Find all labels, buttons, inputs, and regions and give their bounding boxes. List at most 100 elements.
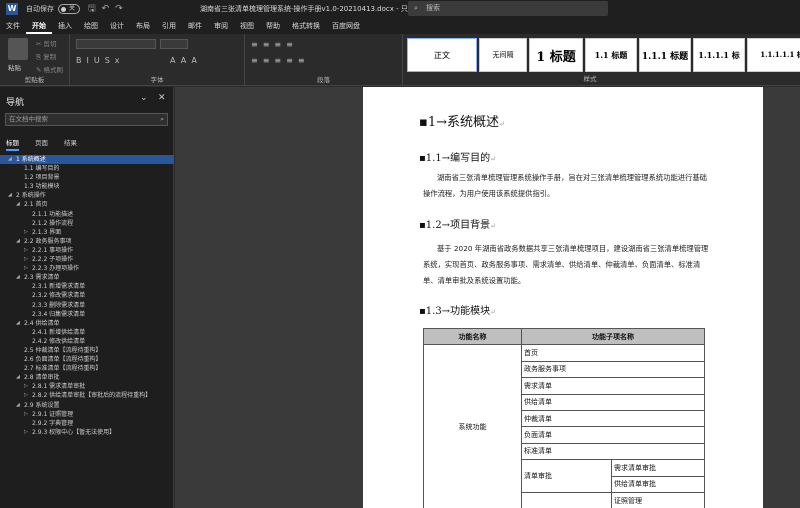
nav-heading-label: 2.3.4 归集需求清单 xyxy=(32,310,86,318)
nav-heading-item[interactable]: ▷ 2.9.3 权限中心【暂无法使用】 xyxy=(0,428,174,437)
expand-arrow-icon[interactable]: ▷ xyxy=(24,382,28,391)
expand-arrow-icon[interactable]: ◢ xyxy=(8,155,12,164)
nav-search-input[interactable]: 在文档中搜索 ⌕ xyxy=(5,113,168,126)
nav-heading-item[interactable]: ◢ 2 系统操作 xyxy=(0,191,174,200)
nav-heading-item[interactable]: ▷ 2.8.2 供给清单审批【审批后的流程待重构】 xyxy=(0,391,174,400)
tab-6[interactable]: 引用 xyxy=(156,18,182,34)
expand-arrow-icon[interactable]: ◢ xyxy=(16,273,20,282)
nav-heading-item[interactable]: 1.3 功能模块 xyxy=(0,182,174,191)
nav-heading-item[interactable]: 2.5 仲裁清单【流程待重构】 xyxy=(0,346,174,355)
table-header-subname: 功能子项名称 xyxy=(521,327,705,346)
font-size-select[interactable] xyxy=(160,39,188,49)
expand-arrow-icon[interactable]: ◢ xyxy=(16,373,20,382)
nav-heading-item[interactable]: 2.1.2 操作流程 xyxy=(0,219,174,228)
tab-12[interactable]: 百度网盘 xyxy=(326,18,366,34)
nav-heading-item[interactable]: ◢ 2.9 系统设置 xyxy=(0,401,174,410)
style-item[interactable]: 1 标题 xyxy=(529,38,583,72)
expand-arrow-icon[interactable]: ▷ xyxy=(24,264,28,273)
expand-arrow-icon[interactable]: ▷ xyxy=(24,428,28,437)
nav-tab[interactable]: 结果 xyxy=(64,137,77,151)
cut-button[interactable]: ✂ 剪切 xyxy=(36,38,57,48)
nav-heading-item[interactable]: ▷ 2.8.1 需求清单审批 xyxy=(0,382,174,391)
nav-heading-item[interactable]: ◢ 2.4 供给清单 xyxy=(0,319,174,328)
list-buttons[interactable]: ≡≡≡≡ xyxy=(251,40,298,49)
nav-tabs: 标题 页面 结果 xyxy=(6,137,93,151)
autosave-toggle[interactable]: 关 xyxy=(58,4,80,14)
close-icon[interactable]: ✕ xyxy=(158,93,166,103)
style-item[interactable]: 1.1.1.1 标 xyxy=(693,38,745,72)
expand-arrow-icon[interactable]: ◢ xyxy=(16,319,20,328)
paste-icon[interactable] xyxy=(8,38,28,60)
format-painter-button[interactable]: ✎ 格式刷 xyxy=(36,64,63,74)
expand-arrow-icon[interactable]: ◢ xyxy=(16,200,20,209)
font-family-select[interactable] xyxy=(76,39,156,49)
nav-heading-item[interactable]: ▷ 2.1.3 界面 xyxy=(0,228,174,237)
quick-access-icons[interactable]: 🖫↶↷ xyxy=(88,1,129,17)
nav-heading-item[interactable]: ▷ 2.9.1 证照管理 xyxy=(0,410,174,419)
font-group: BIUSx AAA 字体 xyxy=(70,34,245,86)
expand-arrow-icon[interactable]: ◢ xyxy=(16,401,20,410)
tab-9[interactable]: 视图 xyxy=(234,18,260,34)
tab-5[interactable]: 布局 xyxy=(130,18,156,34)
nav-heading-item[interactable]: 2.3.3 删除需求清单 xyxy=(0,301,174,310)
paste-button[interactable]: 粘贴 xyxy=(8,62,21,72)
tab-11[interactable]: 格式转换 xyxy=(286,18,326,34)
align-buttons[interactable]: ≡≡≡≡≡ xyxy=(251,56,310,65)
nav-heading-item[interactable]: 2.1.1 功能描述 xyxy=(0,210,174,219)
expand-arrow-icon[interactable]: ◢ xyxy=(16,237,20,246)
nav-heading-item[interactable]: 2.9.2 字典管理 xyxy=(0,419,174,428)
nav-heading-item[interactable]: 2.3.1 新增需求清单 xyxy=(0,282,174,291)
expand-arrow-icon[interactable]: ▷ xyxy=(24,391,28,400)
expand-arrow-icon[interactable]: ▷ xyxy=(24,255,28,264)
copy-button[interactable]: ⎘ 复制 xyxy=(36,51,56,62)
search-input[interactable]: ⌕ 搜索 xyxy=(408,1,608,16)
nav-tab[interactable]: 页面 xyxy=(35,137,48,151)
font-color-buttons[interactable]: AAA xyxy=(170,56,202,65)
tab-2[interactable]: 插入 xyxy=(52,18,78,34)
nav-heading-item[interactable]: ◢ 2.1 首页 xyxy=(0,200,174,209)
nav-heading-item[interactable]: ▷ 2.2.2 子项操作 xyxy=(0,255,174,264)
font-format-buttons[interactable]: BIUSx xyxy=(76,56,125,65)
tab-0[interactable]: 文件 xyxy=(0,18,26,34)
nav-heading-item[interactable]: ▷ 2.2.1 事项操作 xyxy=(0,246,174,255)
style-item[interactable]: 1.1 标题 xyxy=(585,38,637,72)
tab-1[interactable]: 开始 xyxy=(26,18,52,34)
style-item[interactable]: 正文 xyxy=(407,38,477,72)
expand-arrow-icon[interactable]: ▷ xyxy=(24,410,28,419)
nav-heading-item[interactable]: 1.1 编写目的 xyxy=(0,164,174,173)
nav-heading-item[interactable]: 2.4.2 修改供给清单 xyxy=(0,337,174,346)
clipboard-group: 粘贴 ✂ 剪切 ⎘ 复制 ✎ 格式刷 剪贴板 xyxy=(0,34,70,86)
function-table: 功能名称 功能子项名称 系统功能 首页 政务服务事项 需求清单 供给清单 仲裁清… xyxy=(423,327,705,508)
search-icon[interactable]: ⌕ xyxy=(160,114,164,125)
heading-1: ▪1→系统概述↵ xyxy=(419,115,505,130)
nav-heading-label: 2.2 政务服务事项 xyxy=(24,237,72,245)
style-item[interactable]: 1.1.1.1.1 标 xyxy=(747,38,800,72)
nav-heading-item[interactable]: 2.3.2 修改需求清单 xyxy=(0,291,174,300)
nav-heading-item[interactable]: ◢ 2.3 需求清单 xyxy=(0,273,174,282)
nav-heading-item[interactable]: 2.6 负面清单【流程待重构】 xyxy=(0,355,174,364)
tab-3[interactable]: 绘图 xyxy=(78,18,104,34)
chevron-down-icon[interactable]: ⌄ xyxy=(140,93,148,103)
nav-heading-item[interactable]: 2.3.4 归集需求清单 xyxy=(0,310,174,319)
nav-heading-item[interactable]: ◢ 1 系统概述 xyxy=(0,155,174,165)
nav-heading-label: 2.4.1 新增供给清单 xyxy=(32,328,86,336)
nav-heading-item[interactable]: ◢ 2.2 政务服务事项 xyxy=(0,237,174,246)
nav-heading-item[interactable]: 1.2 项目背景 xyxy=(0,173,174,182)
nav-heading-item[interactable]: ◢ 2.8 清单审批 xyxy=(0,373,174,382)
expand-arrow-icon[interactable]: ▷ xyxy=(24,228,28,237)
nav-heading-item[interactable]: 2.4.1 新增供给清单 xyxy=(0,328,174,337)
nav-heading-label: 2.3.3 删除需求清单 xyxy=(32,301,86,309)
nav-heading-item[interactable]: 2.7 标准清单【流程待重构】 xyxy=(0,364,174,373)
table-approval-cell: 清单审批 xyxy=(521,459,612,493)
expand-arrow-icon[interactable]: ◢ xyxy=(8,191,12,200)
nav-heading-label: 2.4 供给清单 xyxy=(24,319,60,327)
style-item[interactable]: 1.1.1 标题 xyxy=(639,38,691,72)
nav-heading-item[interactable]: ▷ 2.2.3 办理项操作 xyxy=(0,264,174,273)
tab-4[interactable]: 设计 xyxy=(104,18,130,34)
style-item[interactable]: 无间隔 xyxy=(479,38,527,72)
tab-10[interactable]: 帮助 xyxy=(260,18,286,34)
tab-8[interactable]: 审阅 xyxy=(208,18,234,34)
expand-arrow-icon[interactable]: ▷ xyxy=(24,246,28,255)
tab-7[interactable]: 邮件 xyxy=(182,18,208,34)
nav-tab[interactable]: 标题 xyxy=(6,137,19,151)
